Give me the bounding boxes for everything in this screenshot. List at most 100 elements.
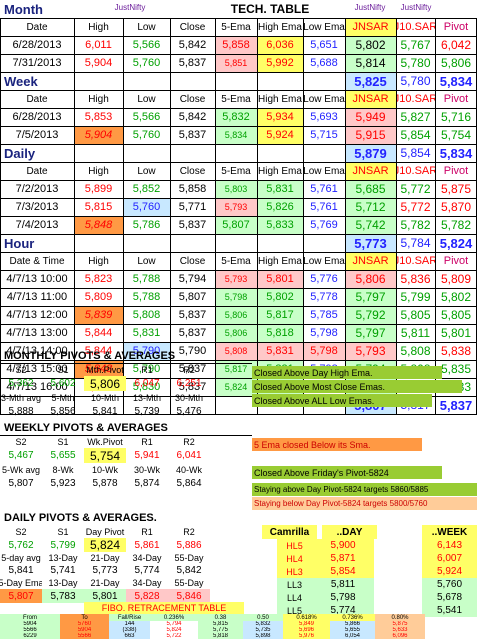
grid-line — [0, 162, 477, 163]
value-cell: 5,761 — [310, 201, 338, 213]
grid-line — [0, 36, 477, 37]
column-header: High — [88, 21, 109, 33]
value-cell: 5,776 — [310, 273, 338, 285]
grid-line — [0, 306, 477, 307]
status-note: Closed Above Friday's Pivot-5824 — [252, 466, 442, 479]
camrilla-day-value: 5,854 — [312, 565, 374, 578]
avg-value: 5,888 — [8, 405, 34, 417]
column-header: J10.SAR — [396, 21, 435, 33]
column-header: Close — [179, 21, 206, 33]
column-header: High — [88, 255, 109, 267]
value-cell: 5,858 — [215, 36, 257, 54]
source-label: JustNifty — [354, 2, 386, 12]
avg-value: 5,773 — [92, 565, 118, 576]
avg-label: 5-Wk avg — [1, 464, 40, 475]
column-header: High Ema — [258, 93, 302, 105]
value-cell: 5,858 — [178, 183, 207, 195]
pivot-value: 5,362 — [8, 378, 34, 389]
value-cell: 6,036 — [257, 36, 303, 54]
column-header: High — [88, 93, 109, 105]
column-header: Low Ema — [303, 165, 345, 177]
pivot-section-title: WEEKLY PIVOTS & AVERAGES — [4, 421, 168, 434]
value-cell: 5,875 — [440, 182, 472, 196]
j10sar-value: 5,784 — [400, 236, 431, 250]
status-note: Staying above Day Pivot-5824 targets 586… — [252, 483, 477, 496]
grid-line — [0, 108, 477, 109]
value-cell: 5,834 — [215, 126, 257, 144]
camrilla-week-value: 5,760 — [422, 578, 477, 591]
pivot-value: 5,834 — [439, 73, 473, 89]
value-cell: 5,842 — [178, 111, 207, 123]
value-cell: 6,011 — [85, 39, 112, 51]
column-header: 5-Ema — [221, 93, 251, 105]
grid-line — [0, 144, 477, 145]
avg-value: 5,878 — [92, 477, 118, 489]
value-cell: 5,836 — [400, 272, 431, 286]
avg-value: 5,841 — [8, 565, 34, 576]
camrilla-week-value: 5,924 — [422, 565, 477, 578]
value-cell: 5,808 — [400, 344, 431, 358]
camrilla-week-value: 5,541 — [422, 604, 477, 617]
column-header: Date — [26, 93, 48, 105]
column-header: Date — [26, 21, 48, 33]
ema-label: 55-Day — [174, 578, 204, 588]
value-cell: 5,839 — [74, 306, 123, 324]
ema-value: 5,807 — [0, 589, 42, 603]
grid-line — [0, 252, 477, 253]
pivot-header: S2 — [15, 364, 27, 375]
column-header: Pivot — [443, 165, 469, 177]
value-cell: 5,809 — [440, 272, 472, 286]
row-date: 4/7/13 12:00 — [6, 309, 68, 321]
pivot-section-title: MONTHLY PIVOTS & AVERAGES — [4, 349, 176, 362]
column-header: High Ema — [258, 21, 302, 33]
pivot-value: 5,824 — [439, 235, 473, 251]
fibo-title: FIBO. RETRACEMENT TABLE — [84, 602, 244, 614]
camrilla-day-value: 5,811 — [312, 578, 374, 591]
avg-value: 5,842 — [176, 565, 202, 576]
column-header: 5-Ema — [221, 255, 251, 267]
value-cell: 5,827 — [400, 110, 431, 124]
section-title-month: Month — [4, 1, 43, 17]
value-cell: 5,854 — [400, 128, 431, 142]
fibo-cell: 5,722 — [150, 633, 198, 639]
value-cell: 5,712 — [345, 198, 396, 216]
ema-label: 21-Day — [90, 578, 120, 588]
value-cell: 5,831 — [132, 327, 161, 339]
grid-line — [0, 126, 477, 127]
pivot-header: R2 — [183, 526, 195, 537]
value-cell: 5,566 — [132, 111, 161, 123]
value-cell: 5,808 — [132, 309, 161, 321]
pivot-header: S1 — [57, 364, 69, 375]
avg-label: 55-Day — [174, 553, 204, 563]
avg-value: 5,741 — [50, 565, 76, 576]
camrilla-week: ..WEEK — [422, 525, 477, 539]
pivot-value: 6,047 — [134, 378, 160, 389]
grid-line — [345, 18, 346, 414]
value-cell: 5,851 — [215, 54, 257, 72]
pivot-header: Day Pivot — [85, 526, 125, 537]
camrilla-title: Camrilla — [262, 525, 317, 539]
value-cell: 5,815 — [84, 201, 113, 213]
camrilla-level: LL4 — [277, 591, 312, 604]
grid-line — [0, 54, 477, 55]
value-cell: 5,778 — [310, 291, 338, 303]
ema-value: 5,783 — [42, 589, 84, 603]
jnsar-value: 5,825 — [345, 72, 396, 90]
camrilla-level: HL3 — [277, 565, 312, 578]
column-header: J10.SAR — [396, 93, 435, 105]
value-cell: 5,780 — [400, 56, 431, 70]
value-cell: 5,837 — [178, 309, 207, 321]
value-cell: 5,823 — [84, 273, 113, 285]
pivot-value: 5,941 — [134, 450, 160, 461]
pivot-header: S1 — [57, 436, 69, 447]
value-cell: 5,767 — [400, 38, 431, 52]
pivot-header: Wk.Pivot — [87, 436, 123, 447]
grid-line — [0, 72, 477, 73]
value-cell: 5,870 — [440, 200, 472, 214]
value-cell: 5,685 — [345, 180, 396, 198]
value-cell: 5,802 — [345, 36, 396, 54]
avg-value: 5,807 — [8, 477, 34, 489]
value-cell: 5,992 — [257, 54, 303, 72]
status-note: 5 Ema closed Below its Sma. — [252, 438, 422, 451]
value-cell: 5,814 — [345, 54, 396, 72]
